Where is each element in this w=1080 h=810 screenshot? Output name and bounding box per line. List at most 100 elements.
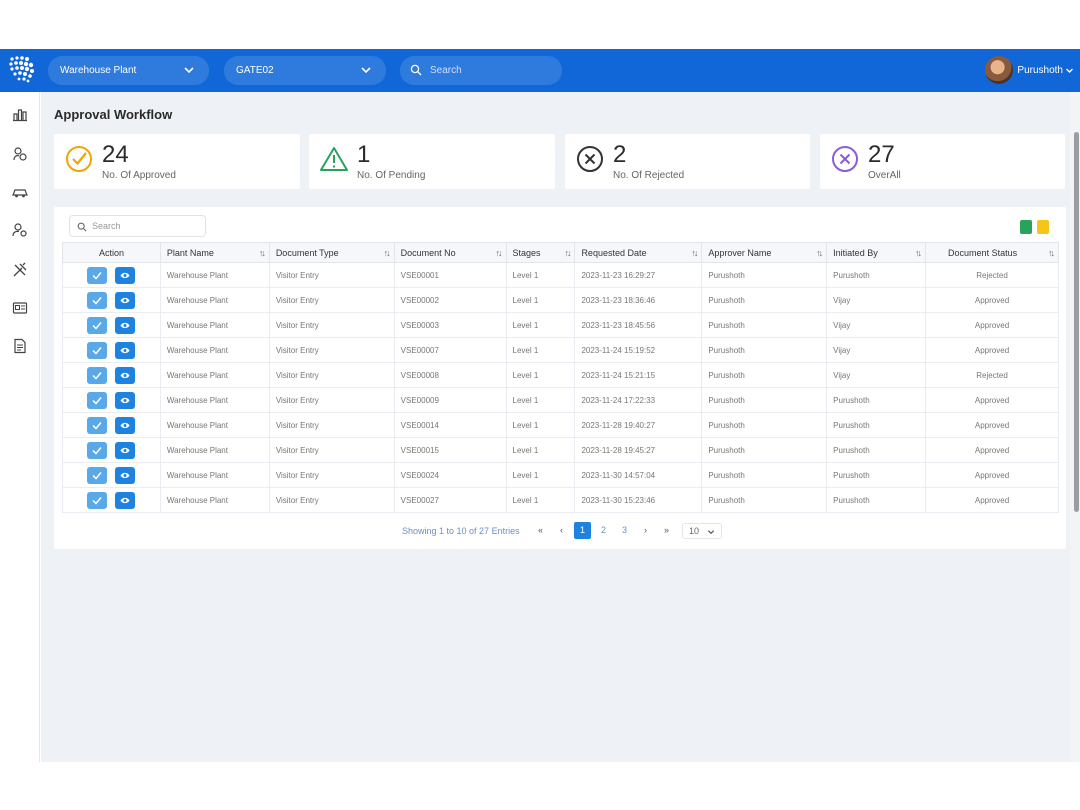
- page-3-button[interactable]: 3: [616, 522, 633, 539]
- view-button[interactable]: [115, 341, 136, 359]
- table-row: Warehouse Plant Visitor Entry VSE00001 Leve…: [62, 262, 1059, 288]
- sort-icon[interactable]: ↑↓: [564, 248, 571, 258]
- sort-icon[interactable]: ↑↓: [1048, 248, 1055, 258]
- view-button[interactable]: [115, 416, 136, 434]
- document-no-cell: VSE00015: [393, 437, 507, 463]
- approve-button[interactable]: [87, 316, 108, 334]
- page-1-button[interactable]: 1: [574, 522, 591, 539]
- column-header-initiated-by[interactable]: Initiated By ↑↓: [826, 242, 927, 263]
- view-button[interactable]: [115, 366, 136, 384]
- eye-icon: [120, 497, 130, 503]
- vehicle-icon[interactable]: [12, 184, 28, 200]
- requested-date-cell: 2023-11-23 16:29:27: [574, 262, 703, 288]
- dashboard-chart-icon[interactable]: [12, 106, 28, 122]
- sort-icon[interactable]: ↑↓: [816, 248, 823, 258]
- rejected-x-icon: [577, 146, 603, 172]
- user-settings-icon[interactable]: [12, 222, 28, 238]
- approve-button[interactable]: [87, 416, 108, 434]
- initiated-by-cell: Vijay: [826, 312, 927, 338]
- sort-icon[interactable]: ↑↓: [691, 248, 698, 258]
- view-button[interactable]: [115, 391, 136, 409]
- view-button[interactable]: [115, 316, 136, 334]
- sort-icon[interactable]: ↑↓: [915, 248, 922, 258]
- view-button[interactable]: [115, 441, 136, 459]
- approve-button[interactable]: [87, 441, 108, 459]
- document-type-cell: Visitor Entry: [268, 462, 395, 488]
- sort-icon[interactable]: ↑↓: [496, 248, 503, 258]
- initiated-by-cell: Vijay: [826, 337, 927, 363]
- action-cell: [62, 387, 161, 413]
- overall-label: OverAll: [868, 170, 901, 181]
- stage-cell: Level 1: [505, 337, 576, 363]
- column-header-document-status[interactable]: Document Status ↑↓: [925, 242, 1059, 263]
- per-page-value: 10: [689, 526, 700, 536]
- table-body: Warehouse Plant Visitor Entry VSE00001 Leve…: [62, 262, 1059, 513]
- document-status-cell: Approved: [925, 287, 1059, 313]
- document-no-cell: VSE00024: [393, 462, 507, 488]
- sort-icon[interactable]: ↑↓: [259, 248, 266, 258]
- chevron-down-icon: [361, 67, 371, 74]
- document-icon[interactable]: [12, 338, 28, 354]
- check-icon: [92, 321, 103, 330]
- requested-date-cell: 2023-11-24 15:21:15: [574, 362, 703, 388]
- approve-button[interactable]: [87, 291, 108, 309]
- requested-date-cell: 2023-11-28 19:45:27: [574, 437, 703, 463]
- check-icon: [92, 446, 103, 455]
- search-icon: [77, 222, 87, 232]
- view-button[interactable]: [115, 491, 136, 509]
- initiated-by-cell: Purushoth: [826, 387, 927, 413]
- approval-table: Action Plant Name ↑↓ Document Type ↑↓ Docu…: [62, 242, 1059, 513]
- id-card-icon[interactable]: [12, 300, 28, 316]
- tools-icon[interactable]: [12, 262, 28, 278]
- approve-button[interactable]: [87, 391, 108, 409]
- prev-page-button[interactable]: ‹: [553, 522, 570, 539]
- document-status-cell: Approved: [925, 437, 1059, 463]
- table-row: Warehouse Plant Visitor Entry VSE00024 Leve…: [62, 462, 1059, 488]
- per-page-select[interactable]: 10: [682, 523, 722, 539]
- approve-button[interactable]: [87, 341, 108, 359]
- export-excel-icon[interactable]: [1020, 220, 1032, 234]
- column-header-requested-date[interactable]: Requested Date ↑↓: [574, 242, 703, 263]
- view-button[interactable]: [115, 466, 136, 484]
- overall-count: 27: [868, 141, 895, 168]
- approve-button[interactable]: [87, 491, 108, 509]
- sort-icon[interactable]: ↑↓: [384, 248, 391, 258]
- approval-table-panel: Search Action Plant Name ↑↓ Document Type…: [54, 207, 1066, 549]
- initiated-by-cell: Purushoth: [826, 462, 927, 488]
- export-pdf-icon[interactable]: [1037, 220, 1049, 234]
- header-search-input[interactable]: Search: [400, 56, 562, 85]
- column-header-stages[interactable]: Stages ↑↓: [505, 242, 576, 263]
- users-icon[interactable]: [12, 146, 28, 162]
- plant-name-cell: Warehouse Plant: [159, 362, 270, 388]
- approver-name-cell: Purushoth: [701, 462, 828, 488]
- stage-cell: Level 1: [505, 312, 576, 338]
- approve-button[interactable]: [87, 466, 108, 484]
- approve-button[interactable]: [87, 266, 108, 284]
- first-page-button[interactable]: «: [532, 522, 549, 539]
- check-icon: [92, 471, 103, 480]
- approved-check-icon: [66, 146, 92, 172]
- column-header-document-type[interactable]: Document Type ↑↓: [268, 242, 395, 263]
- gate-select[interactable]: GATE02: [224, 56, 386, 85]
- page-scrollbar-thumb[interactable]: [1074, 132, 1079, 512]
- next-page-button[interactable]: ›: [637, 522, 654, 539]
- plant-select[interactable]: Warehouse Plant: [48, 56, 209, 85]
- page-scrollbar[interactable]: [1070, 92, 1080, 762]
- page-2-button[interactable]: 2: [595, 522, 612, 539]
- check-icon: [92, 271, 103, 280]
- column-header-approver-name[interactable]: Approver Name ↑↓: [701, 242, 828, 263]
- requested-date-cell: 2023-11-24 17:22:33: [574, 387, 703, 413]
- approve-button[interactable]: [87, 366, 108, 384]
- last-page-button[interactable]: »: [658, 522, 675, 539]
- view-button[interactable]: [115, 266, 136, 284]
- requested-date-cell: 2023-11-30 15:23:46: [574, 487, 703, 513]
- view-button[interactable]: [115, 291, 136, 309]
- approver-name-cell: Purushoth: [701, 262, 828, 288]
- table-search-input[interactable]: Search: [69, 215, 206, 237]
- column-header-plant-name[interactable]: Plant Name ↑↓: [159, 242, 270, 263]
- action-cell: [62, 462, 161, 488]
- column-header-document-no[interactable]: Document No ↑↓: [393, 242, 507, 263]
- check-icon: [92, 296, 103, 305]
- user-menu[interactable]: Purushoth: [985, 56, 1074, 84]
- check-icon: [92, 371, 103, 380]
